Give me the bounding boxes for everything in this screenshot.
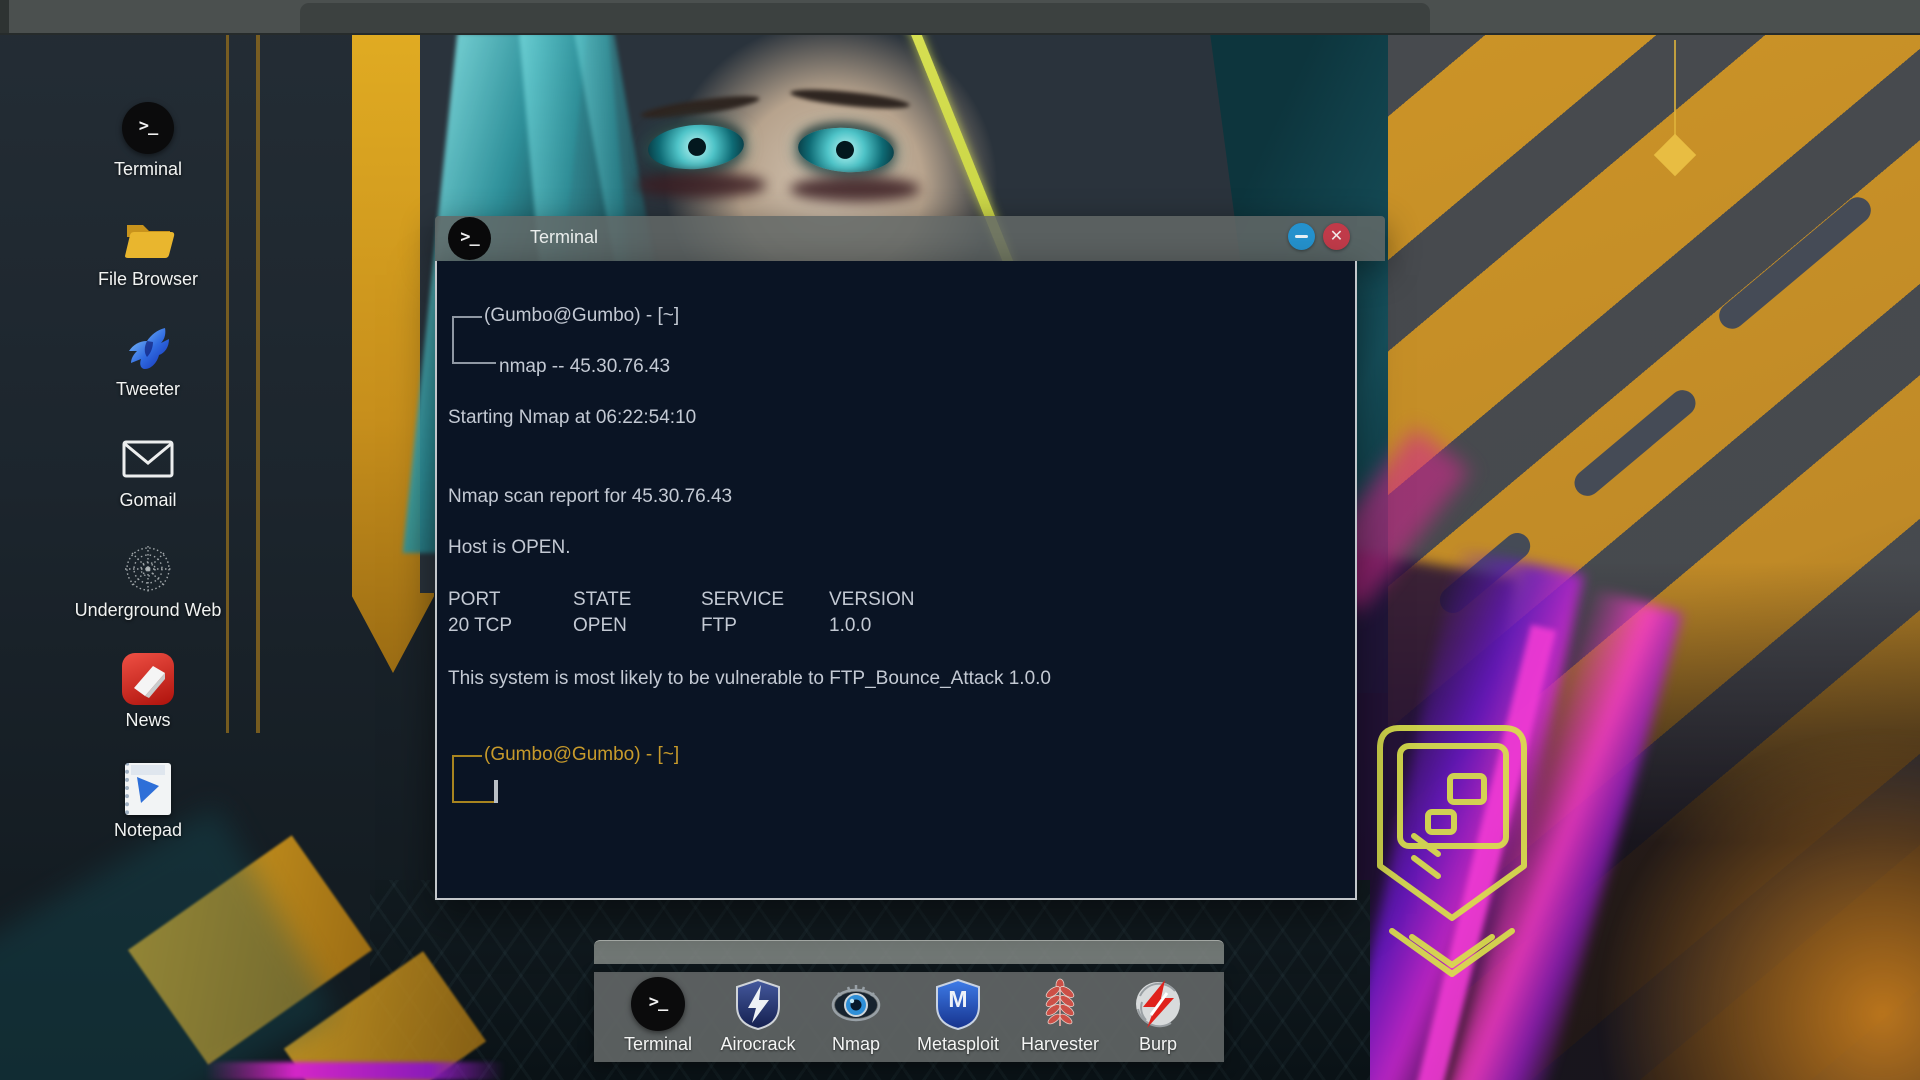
- metasploit-monogram: M: [948, 986, 968, 1012]
- wallpaper-makeup: [790, 176, 920, 202]
- wallpaper-makeup: [636, 172, 766, 198]
- terminal-glyph: >_: [138, 116, 159, 136]
- prompt-bracket: [452, 316, 482, 318]
- top-bar-inset: [300, 3, 1430, 33]
- desktop-icon-news[interactable]: News: [68, 651, 228, 731]
- prompt-bracket: [452, 755, 454, 802]
- swirl-bolt-icon: [1130, 976, 1186, 1032]
- envelope-icon: [120, 431, 176, 487]
- desktop: >_ Terminal File Browser Tweeter Gomail …: [0, 0, 1920, 1080]
- terminal-output-line: Nmap scan report for 45.30.76.43: [448, 486, 733, 507]
- wallpaper-diamond-line: [1674, 40, 1676, 136]
- table-cell-state: OPEN: [573, 615, 627, 636]
- desktop-icon-label: News: [125, 710, 171, 730]
- close-button[interactable]: ✕: [1323, 223, 1350, 250]
- dock-item-label: Nmap: [831, 1034, 880, 1054]
- desktop-icon-label: Underground Web: [74, 600, 222, 620]
- top-bar: [0, 0, 1920, 35]
- desktop-icon-tweeter[interactable]: Tweeter: [68, 320, 228, 400]
- top-bar-notch: [0, 0, 9, 33]
- prompt-user: (Gumbo@Gumbo) - [~]: [484, 305, 680, 326]
- wallpaper-pupil: [835, 140, 855, 160]
- table-cell-version: 1.0.0: [829, 615, 872, 636]
- dock-item-label: Harvester: [1020, 1034, 1100, 1054]
- prompt-bracket: [452, 316, 454, 363]
- desktop-icon-gomail[interactable]: Gomail: [68, 431, 228, 511]
- table-cell-service: FTP: [701, 615, 737, 636]
- desktop-icon-label: Terminal: [113, 159, 183, 179]
- dock-item-label: Burp: [1138, 1034, 1178, 1054]
- terminal-output-line: Host is OPEN.: [448, 537, 571, 558]
- desktop-icon-notepad[interactable]: Notepad: [68, 761, 228, 841]
- prompt-bracket: [452, 755, 482, 757]
- bird-icon: [120, 320, 176, 376]
- terminal-output-line: Starting Nmap at 06:22:54:10: [448, 407, 697, 428]
- prompt-user: (Gumbo@Gumbo) - [~]: [484, 744, 680, 765]
- prompt-bracket: [452, 362, 496, 364]
- news-icon: [120, 651, 176, 707]
- shield-m-icon: M: [930, 976, 986, 1032]
- dock-item-label: Airocrack: [720, 1034, 796, 1054]
- table-header-version: VERSION: [829, 589, 915, 610]
- window-title: Terminal: [530, 227, 599, 247]
- table-cell-port: 20 TCP: [448, 615, 513, 636]
- desktop-icon-label: Tweeter: [115, 379, 181, 399]
- terminal-screen[interactable]: (Gumbo@Gumbo) - [~] nmap -- 45.30.76.43 …: [435, 261, 1357, 900]
- wheat-icon: [1032, 976, 1088, 1032]
- close-icon: ✕: [1329, 227, 1344, 245]
- web-icon: [120, 541, 176, 597]
- dock-item-label: Terminal: [623, 1034, 693, 1054]
- desktop-icon-label: File Browser: [97, 269, 199, 289]
- minimize-icon: [1295, 234, 1308, 239]
- table-header-service: SERVICE: [701, 589, 785, 610]
- terminal-icon: >_: [448, 217, 491, 260]
- prompt-bracket: [452, 801, 496, 803]
- eye-icon: [828, 976, 884, 1032]
- wallpaper-orange-glow: [1560, 720, 1920, 1080]
- terminal-icon: >_: [630, 976, 686, 1032]
- terminal-cursor: [494, 780, 498, 803]
- prompt-command: nmap -- 45.30.76.43: [499, 356, 671, 377]
- wallpaper-pupil: [687, 137, 707, 157]
- desktop-icon-file-browser[interactable]: File Browser: [68, 210, 228, 290]
- vulnerability-line: This system is most likely to be vulnera…: [448, 668, 1051, 689]
- shield-bolt-icon: [730, 976, 786, 1032]
- minimize-button[interactable]: [1288, 223, 1315, 250]
- dock-item-label: Metasploit: [916, 1034, 1000, 1054]
- dock: >_ Terminal Airocrack Nmap M Metasploit …: [594, 972, 1224, 1062]
- dock-item-nmap[interactable]: Nmap: [808, 976, 904, 1054]
- wallpaper-magenta-strip: [205, 1062, 505, 1080]
- terminal-icon: >_: [120, 100, 176, 156]
- wallpaper-neon-emblem: [1377, 725, 1527, 977]
- terminal-glyph: >_: [460, 226, 480, 247]
- desktop-icon-terminal[interactable]: >_ Terminal: [68, 100, 228, 180]
- table-header-port: PORT: [448, 589, 501, 610]
- notepad-icon: [120, 761, 176, 817]
- desktop-icon-label: Notepad: [113, 820, 183, 840]
- dock-item-metasploit[interactable]: M Metasploit: [910, 976, 1006, 1054]
- dock-item-harvester[interactable]: Harvester: [1012, 976, 1108, 1054]
- table-header-state: STATE: [573, 589, 632, 610]
- folder-icon: [120, 210, 176, 266]
- window-titlebar[interactable]: >_ Terminal ✕: [435, 216, 1385, 261]
- dock-item-burp[interactable]: Burp: [1110, 976, 1206, 1054]
- dock-item-terminal[interactable]: >_ Terminal: [610, 976, 706, 1054]
- dock-shelf[interactable]: [594, 940, 1224, 964]
- desktop-icon-underground-web[interactable]: Underground Web: [68, 541, 228, 621]
- wallpaper-gold-line: [256, 33, 260, 733]
- dock-item-airocrack[interactable]: Airocrack: [710, 976, 806, 1054]
- terminal-glyph: >_: [648, 992, 669, 1012]
- desktop-icon-label: Gomail: [119, 490, 177, 510]
